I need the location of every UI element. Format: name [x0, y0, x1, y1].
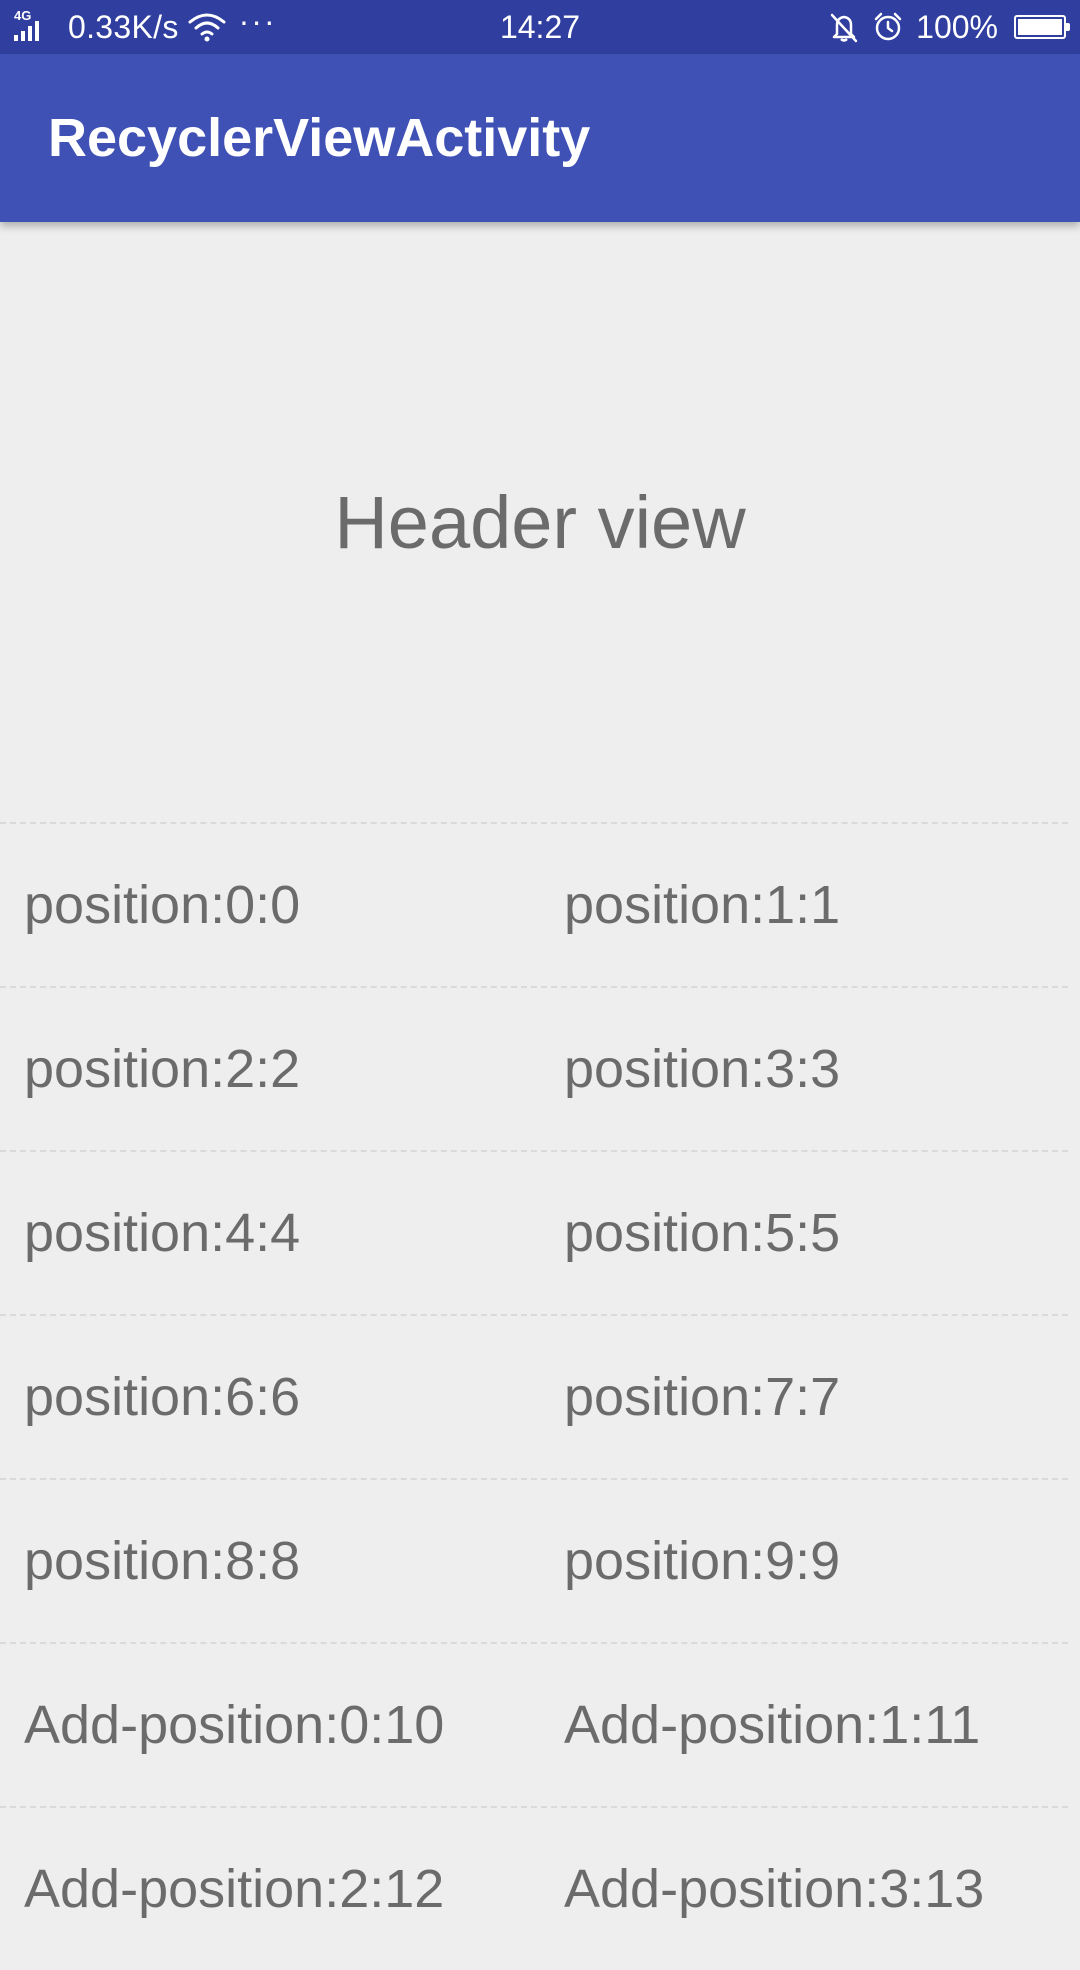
clock-time: 14:27 [499, 8, 581, 45]
status-bar-right: 100% [828, 0, 1070, 54]
list-item[interactable]: position:9:9 [540, 1480, 1080, 1642]
recycler-view[interactable]: Header view position:0:0 position:1:1 po… [0, 222, 1080, 1970]
status-bar: 4G 0.33K/s ··· 14:27 100% [0, 0, 1080, 54]
list-item[interactable]: position:0:0 [0, 824, 540, 986]
list-item[interactable]: position:1:1 [540, 824, 1080, 986]
battery-percent: 100% [916, 8, 998, 45]
header-view: Header view [0, 222, 1080, 822]
list-item[interactable]: Add-position:2:12 [0, 1808, 540, 1970]
list-item[interactable]: position:7:7 [540, 1316, 1080, 1478]
list-item[interactable]: Add-position:1:11 [540, 1644, 1080, 1806]
grid-row: position:6:6 position:7:7 [0, 1316, 1080, 1478]
battery-icon [1014, 15, 1070, 39]
grid-row: position:4:4 position:5:5 [0, 1152, 1080, 1314]
list-item[interactable]: position:6:6 [0, 1316, 540, 1478]
list-item[interactable]: Add-position:0:10 [0, 1644, 540, 1806]
list-item[interactable]: position:3:3 [540, 988, 1080, 1150]
list-item[interactable]: position:4:4 [0, 1152, 540, 1314]
grid-row: position:0:0 position:1:1 [0, 824, 1080, 986]
grid-row: position:2:2 position:3:3 [0, 988, 1080, 1150]
grid-row: Add-position:0:10 Add-position:1:11 [0, 1644, 1080, 1806]
list-item[interactable]: position:8:8 [0, 1480, 540, 1642]
grid-row: position:8:8 position:9:9 [0, 1480, 1080, 1642]
list-item[interactable]: Add-position:3:13 [540, 1808, 1080, 1970]
app-title: RecyclerViewActivity [48, 108, 591, 168]
header-view-label: Header view [334, 480, 746, 564]
app-bar: RecyclerViewActivity [0, 54, 1080, 222]
alarm-icon [874, 12, 902, 41]
list-item[interactable]: position:2:2 [0, 988, 540, 1150]
bell-off-icon [830, 13, 858, 43]
grid-row: Add-position:2:12 Add-position:3:13 [0, 1808, 1080, 1970]
list-item[interactable]: position:5:5 [540, 1152, 1080, 1314]
